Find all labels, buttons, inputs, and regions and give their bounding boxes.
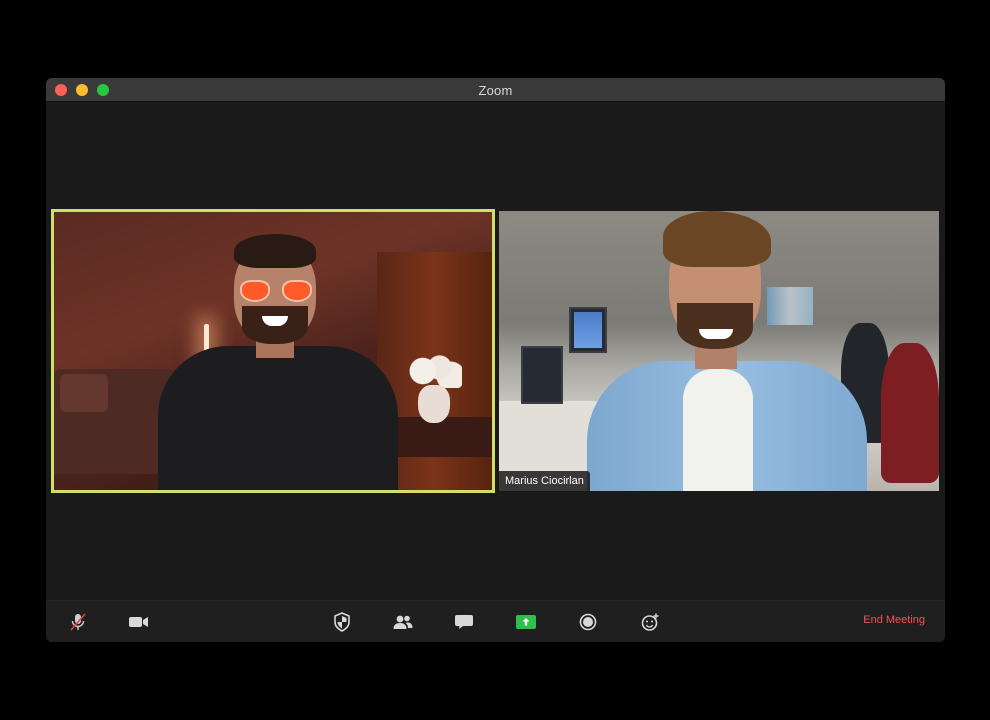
video-background: [521, 346, 563, 404]
video-background: [569, 307, 607, 353]
participant-figure: [158, 346, 398, 490]
security-shield-icon: [334, 612, 350, 632]
participant-name-label: Marius Ciocirlan: [499, 471, 590, 491]
participants-button[interactable]: [390, 611, 416, 633]
video-background: [406, 354, 462, 388]
participant-video-tile-active[interactable]: [51, 209, 495, 493]
stop-video-button[interactable]: [126, 611, 152, 633]
participants-icon: [393, 615, 413, 629]
muted-mic-icon: [70, 613, 86, 631]
participant-figure: [677, 303, 753, 349]
video-background: [418, 385, 450, 423]
participant-figure: [683, 369, 753, 491]
share-screen-icon: [516, 615, 536, 629]
end-meeting-button[interactable]: End Meeting: [863, 614, 925, 626]
video-background: [384, 417, 492, 457]
video-background: [60, 374, 108, 412]
reactions-button[interactable]: [637, 611, 663, 633]
participant-figure: [699, 329, 733, 339]
participant-figure: [663, 211, 771, 267]
chat-icon: [455, 615, 473, 629]
chat-button[interactable]: [451, 611, 477, 633]
share-screen-button[interactable]: [513, 611, 539, 633]
mute-button[interactable]: [65, 611, 91, 633]
record-button[interactable]: [575, 611, 601, 633]
video-camera-icon: [129, 617, 148, 627]
record-icon: [579, 613, 597, 631]
window-title: Zoom: [478, 83, 513, 98]
video-background: [881, 343, 939, 483]
participant-figure: [238, 280, 314, 304]
zoom-window: Zoom Marius Ciocirlan End Meeting: [46, 78, 945, 642]
security-button[interactable]: [329, 611, 355, 633]
participant-video-tile[interactable]: Marius Ciocirlan: [499, 211, 939, 491]
video-gallery: Marius Ciocirlan: [46, 102, 945, 600]
title-bar[interactable]: Zoom: [46, 78, 945, 102]
video-background: [767, 287, 813, 325]
participant-figure: [234, 234, 316, 268]
reactions-icon: [641, 613, 659, 631]
meeting-controls-toolbar: End Meeting: [46, 600, 945, 642]
